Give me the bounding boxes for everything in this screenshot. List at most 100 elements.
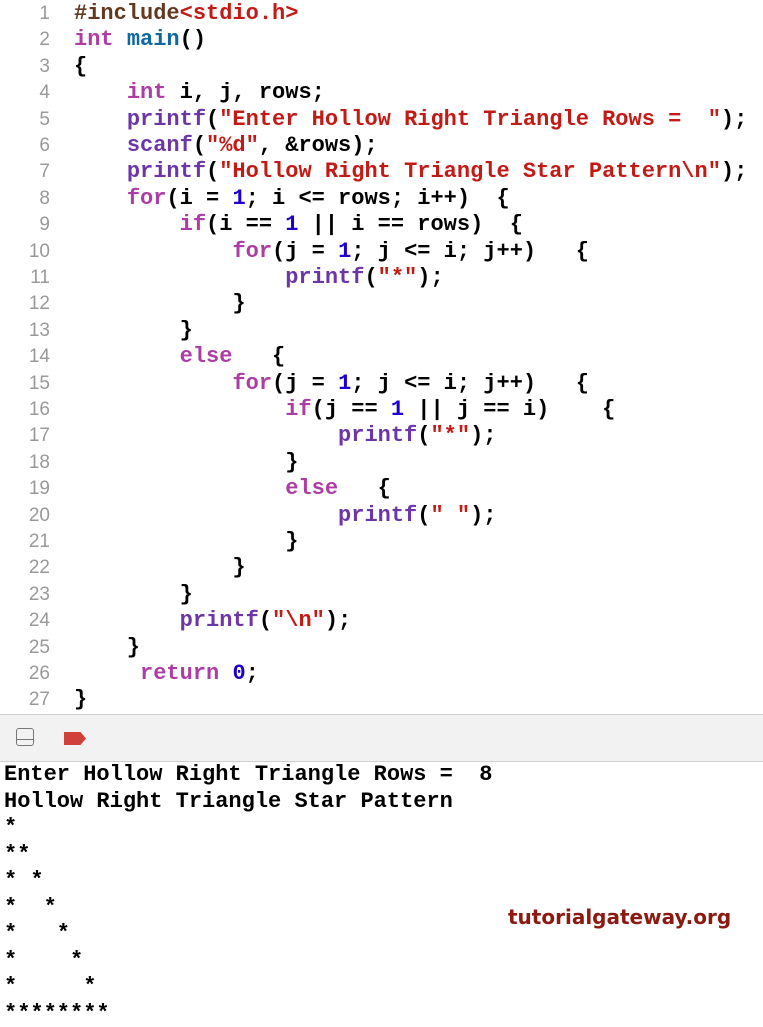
code-text: } xyxy=(74,582,193,608)
console-line: * * xyxy=(4,894,57,920)
code-token: } xyxy=(74,291,246,317)
code-token: 0 xyxy=(232,661,246,686)
console-line: Hollow Right Triangle Star Pattern xyxy=(4,788,453,814)
code-token: } xyxy=(74,687,88,713)
code-text: printf("\n"); xyxy=(74,608,352,634)
line-number: 1 xyxy=(39,3,50,24)
code-token: } xyxy=(74,581,193,607)
code-token: printf xyxy=(179,608,259,634)
code-token: if xyxy=(179,212,207,238)
line-number: 26 xyxy=(28,663,50,684)
line-number: 22 xyxy=(28,557,50,579)
code-text: } xyxy=(74,318,193,344)
code-text: } xyxy=(74,450,298,476)
code-line: 9 if(i == 1 || i == rows) { xyxy=(0,212,763,238)
code-line: 26 return 0; xyxy=(0,661,763,687)
code-token: "Enter Hollow Right Triangle Rows = " xyxy=(219,106,721,132)
code-token: 1 xyxy=(338,370,352,396)
line-number: 16 xyxy=(28,399,50,420)
code-editor[interactable]: 1 #include<stdio.h> 2 int main() 3{4 int i, … xyxy=(0,0,763,714)
console-line: * * xyxy=(4,974,97,999)
line-number: 24 xyxy=(28,610,50,632)
line-number: 14 xyxy=(28,346,50,368)
code-token: "Hollow Right Triangle Star Pattern\n" xyxy=(219,159,721,185)
line-number: 3 xyxy=(39,55,50,77)
code-text: int i, j, rows; xyxy=(74,80,325,106)
code-line: 12 } xyxy=(0,291,763,317)
code-token: } xyxy=(74,449,299,475)
code-token: ( xyxy=(417,423,431,449)
code-text: for(i = 1; i <= rows; i++) { xyxy=(74,186,510,212)
code-line: 15 for(j = 1; j <= i; j++) { xyxy=(0,371,763,397)
code-token: ; j <= i; j++) { xyxy=(351,238,589,264)
code-line: 18 } xyxy=(0,450,763,476)
console-line: * * xyxy=(4,921,71,946)
line-number: 11 xyxy=(30,267,50,288)
code-token: ( xyxy=(192,133,207,158)
line-number: 5 xyxy=(39,108,50,130)
code-line: 13 } xyxy=(0,318,763,344)
code-line: 19 else { xyxy=(0,476,763,502)
code-token: ); xyxy=(470,423,497,449)
line-number: 6 xyxy=(39,135,50,156)
code-token: ( xyxy=(417,502,431,528)
code-line: 27} xyxy=(0,687,763,713)
code-line: 7 printf("Hollow Right Triangle Star Pat… xyxy=(0,159,763,185)
code-text: printf("Hollow Right Triangle Star Patte… xyxy=(74,159,748,185)
code-line: 14 else { xyxy=(0,344,763,370)
code-token: #include xyxy=(74,1,180,26)
line-number: 25 xyxy=(28,636,50,658)
console-line: * xyxy=(4,815,18,840)
code-text: int main() xyxy=(74,27,206,53)
code-line: 3{ xyxy=(0,54,763,80)
panel-toggle-icon[interactable] xyxy=(16,728,34,746)
code-text: printf("*"); xyxy=(74,265,444,291)
code-token: if xyxy=(285,397,312,422)
code-token: } xyxy=(74,529,299,554)
console-line: * * xyxy=(4,947,84,973)
code-token: int xyxy=(126,80,167,106)
code-token: 1 xyxy=(338,238,352,264)
line-number: 19 xyxy=(28,478,50,500)
code-text: } xyxy=(74,291,246,317)
code-token: else xyxy=(285,476,339,502)
code-token: ; i <= rows; i++) { xyxy=(245,185,510,211)
code-token: } xyxy=(74,317,193,343)
code-token: (i == xyxy=(206,212,286,238)
code-line: 5 printf("Enter Hollow Right Triangle Ro… xyxy=(0,107,763,133)
code-token: ); xyxy=(417,265,444,290)
breakpoint-icon[interactable] xyxy=(64,732,86,745)
code-token: { xyxy=(338,476,391,502)
line-number: 15 xyxy=(28,372,50,394)
code-line: 2 int main() xyxy=(0,27,763,53)
code-line: 10 for(j = 1; j <= i; j++) { xyxy=(0,239,763,265)
code-token: || i == rows) { xyxy=(298,212,523,238)
code-token: printf xyxy=(338,423,418,449)
code-token: ( xyxy=(258,608,273,634)
code-text: for(j = 1; j <= i; j++) { xyxy=(74,370,588,397)
code-token: int xyxy=(74,27,114,53)
code-token: { xyxy=(232,344,286,370)
code-text: printf("*"); xyxy=(74,423,496,449)
line-number: 2 xyxy=(39,29,50,51)
code-text: scanf("%d", &rows); xyxy=(74,133,378,159)
code-token: for xyxy=(126,185,167,211)
code-line: 1 #include<stdio.h> xyxy=(0,1,763,27)
code-token: printf xyxy=(126,106,207,132)
code-token: || j == i) { xyxy=(404,397,616,422)
code-token: ( xyxy=(206,106,220,132)
code-text: printf("Enter Hollow Right Triangle Rows… xyxy=(74,106,748,133)
code-token: () xyxy=(179,27,207,53)
